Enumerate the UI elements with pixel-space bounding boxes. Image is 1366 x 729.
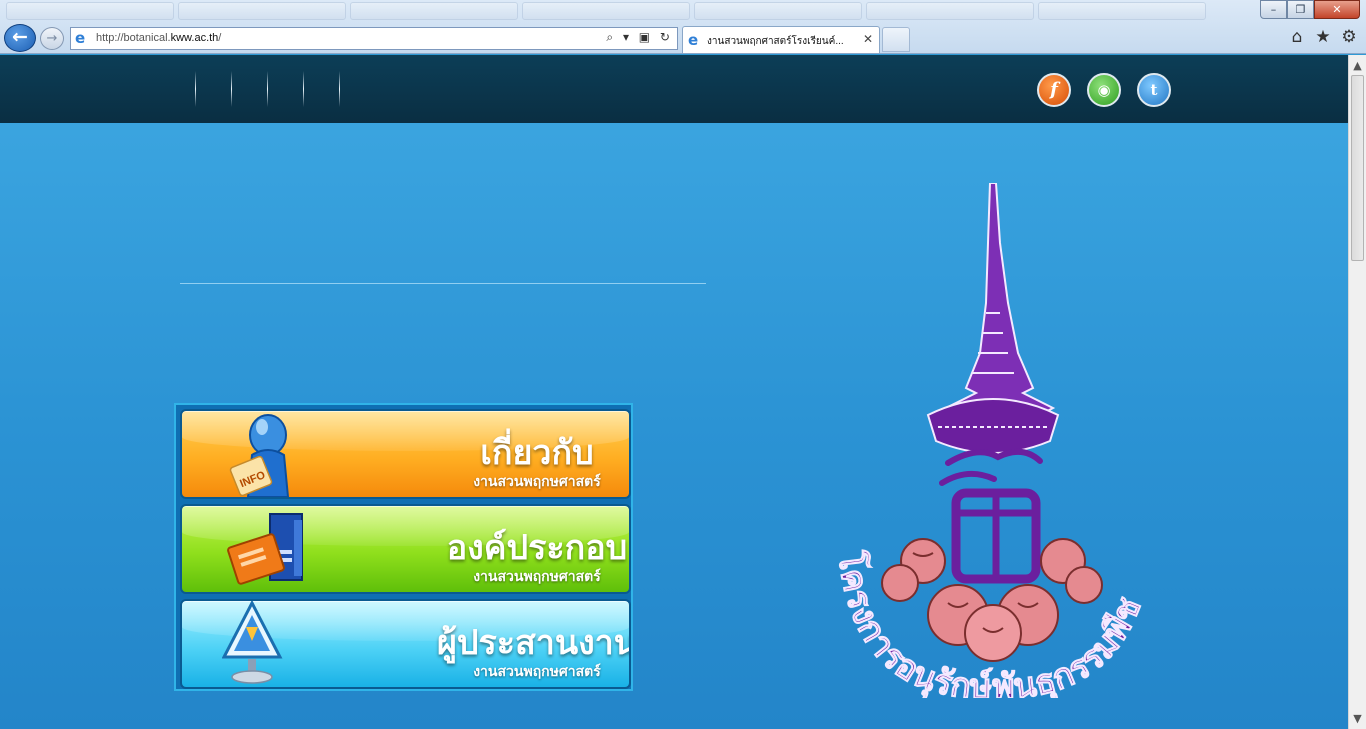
menu-separator <box>339 71 340 107</box>
tab-close-icon[interactable]: ✕ <box>863 32 873 46</box>
menu-separator <box>231 71 232 107</box>
background-tab[interactable] <box>866 2 1034 20</box>
about-button[interactable]: INFO เกี่ยวกับ งานสวนพฤกษศาสตร์ <box>180 409 631 499</box>
background-tab[interactable] <box>1038 2 1206 20</box>
twitter-icon[interactable]: t <box>1137 73 1171 107</box>
menu-button-panel: INFO เกี่ยวกับ งานสวนพฤกษศาสตร์ องค์ประก… <box>174 403 633 691</box>
background-tab-strip <box>0 0 1250 22</box>
info-person-icon: INFO <box>229 414 290 497</box>
command-icons: ⌂ ★ ⚙ <box>1288 27 1358 47</box>
line-chat-icon[interactable]: ◉ <box>1087 73 1121 107</box>
binders-icon <box>227 513 303 585</box>
active-tab[interactable]: e งานสวนพฤกศาสตร์โรงเรียนค์... ✕ <box>682 26 880 53</box>
close-window-button[interactable]: ✕ <box>1314 0 1360 19</box>
background-tab[interactable] <box>178 2 346 20</box>
window-controls: – ❐ ✕ <box>1260 0 1360 19</box>
background-tab[interactable] <box>350 2 518 20</box>
ie-tab-icon: e <box>688 31 699 49</box>
components-button[interactable]: องค์ประกอบ งานสวนพฤกษศาสตร์ <box>180 504 631 594</box>
menu-separator <box>195 71 196 107</box>
top-menu <box>195 71 375 107</box>
address-tools-icons[interactable]: ⌕ ▾ ▣ ↻ <box>606 30 673 45</box>
background-tab[interactable] <box>694 2 862 20</box>
social-links: f ◉ t <box>1037 73 1171 107</box>
browser-chrome: – ❐ ✕ ← → e http://botanical.kww.ac.th/ … <box>0 0 1366 54</box>
scroll-thumb[interactable] <box>1351 75 1364 261</box>
components-subtitle: งานสวนพฤกษศาสตร์ <box>473 569 601 585</box>
divider-line <box>180 283 706 284</box>
vertical-scrollbar[interactable]: ▲ ▼ <box>1348 55 1366 729</box>
coordinator-subtitle: งานสวนพฤกษศาสตร์ <box>473 664 601 680</box>
scroll-up-arrow-icon[interactable]: ▲ <box>1349 57 1366 74</box>
background-tab[interactable] <box>6 2 174 20</box>
plant-genetic-conservation-emblem: โครงการอนุรักษ์พันธุกรรมพืช <box>829 183 1150 698</box>
favorites-icon[interactable]: ★ <box>1314 27 1332 47</box>
tab-title: งานสวนพฤกศาสตร์โรงเรียนค์... <box>707 36 844 47</box>
back-button[interactable]: ← <box>4 24 36 52</box>
warning-monitor-icon <box>222 601 283 684</box>
ie-page-icon: e <box>75 29 86 47</box>
minimize-button[interactable]: – <box>1260 0 1287 19</box>
url-text[interactable]: http://botanical.kww.ac.th/ <box>96 32 221 44</box>
menu-separator <box>267 71 268 107</box>
address-bar[interactable]: e http://botanical.kww.ac.th/ ⌕ ▾ ▣ ↻ <box>70 27 678 50</box>
home-icon[interactable]: ⌂ <box>1288 27 1306 47</box>
settings-gear-icon[interactable]: ⚙ <box>1340 27 1358 47</box>
forward-button[interactable]: → <box>40 27 64 50</box>
facebook-icon[interactable]: f <box>1037 73 1071 107</box>
web-page: f ◉ t INFO เกี่ยวกับ งานสวนพฤกษศาสตร์ อง… <box>0 55 1348 729</box>
about-subtitle: งานสวนพฤกษศาสตร์ <box>473 474 601 490</box>
scroll-down-arrow-icon[interactable]: ▼ <box>1349 710 1366 727</box>
site-header: f ◉ t <box>0 55 1348 123</box>
maximize-button[interactable]: ❐ <box>1287 0 1314 19</box>
menu-separator <box>303 71 304 107</box>
coordinator-button[interactable]: ผู้ประสานงาน งานสวนพฤกษศาสตร์ <box>180 599 631 689</box>
new-tab-button[interactable] <box>882 27 910 52</box>
background-tab[interactable] <box>522 2 690 20</box>
